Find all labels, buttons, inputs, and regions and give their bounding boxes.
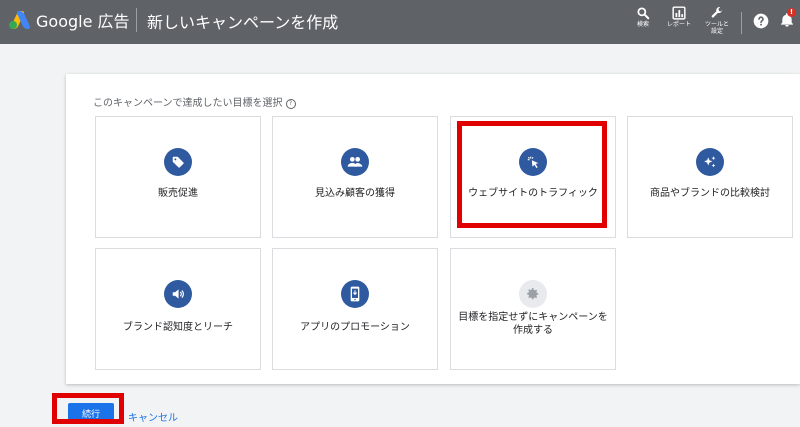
google-ads-brand[interactable]: Google 広告 <box>8 6 130 34</box>
goal-tile-brand-awareness[interactable]: ブランド認知度とリーチ <box>95 248 261 370</box>
top-app-bar: Google 広告 新しいキャンペーンを作成 検索 レポート ツールと 設定 ! <box>0 0 800 44</box>
continue-button[interactable]: 続行 <box>68 403 114 424</box>
gear-icon <box>519 280 547 308</box>
goal-label: ウェブサイトのトラフィック <box>468 188 598 199</box>
notifications-button[interactable]: ! <box>774 2 800 42</box>
tools-settings-button[interactable]: ツールと 設定 <box>697 2 737 42</box>
goal-label: 商品やブランドの比較検討 <box>650 188 770 199</box>
goal-tile-no-goal[interactable]: 目標を指定せずにキャンペーンを 作成する <box>450 248 616 370</box>
title-divider <box>136 8 137 32</box>
goal-tile-leads[interactable]: 見込み顧客の獲得 <box>272 116 438 238</box>
google-ads-logo-icon <box>8 11 32 29</box>
toolbar-divider <box>741 12 742 34</box>
help-circle-icon[interactable]: ? <box>285 99 296 109</box>
help-button[interactable] <box>748 2 774 42</box>
help-icon <box>753 13 769 29</box>
smartphone-icon <box>341 280 369 308</box>
tools-settings-label: ツールと 設定 <box>704 21 729 35</box>
notification-badge: ! <box>787 8 796 17</box>
search-button[interactable]: 検索 <box>625 2 661 42</box>
search-icon <box>637 7 650 20</box>
people-icon <box>341 148 369 176</box>
page-title: 新しいキャンペーンを作成 <box>147 13 339 32</box>
cancel-link[interactable]: キャンセル <box>128 409 178 424</box>
bar-chart-icon <box>672 6 686 20</box>
reports-label: レポート <box>666 21 691 28</box>
wrench-icon <box>711 7 723 18</box>
search-label: 検索 <box>636 21 649 28</box>
top-toolbar: 検索 レポート ツールと 設定 ! <box>625 2 800 42</box>
goal-label: 見込み顧客の獲得 <box>315 188 395 199</box>
goal-label: ブランド認知度とリーチ <box>123 322 233 333</box>
reports-button[interactable]: レポート <box>661 2 697 42</box>
goal-prompt-text: このキャンペーンで達成したい目標を選択 <box>93 98 283 109</box>
sparkle-icon <box>696 148 724 176</box>
goal-tile-sales[interactable]: 販売促進 <box>95 116 261 238</box>
cursor-click-icon <box>519 148 547 176</box>
goal-tile-website-traffic[interactable]: ウェブサイトのトラフィック <box>450 116 616 238</box>
brand-name: Google 広告 <box>36 12 130 31</box>
tag-icon <box>164 148 192 176</box>
goal-label: アプリのプロモーション <box>300 322 410 333</box>
goal-label: 目標を指定せずにキャンペーンを 作成する <box>458 312 608 336</box>
speaker-icon <box>164 280 192 308</box>
goal-prompt: このキャンペーンで達成したい目標を選択? <box>93 94 296 109</box>
goal-tile-app-promotion[interactable]: アプリのプロモーション <box>272 248 438 370</box>
goal-label: 販売促進 <box>158 188 198 199</box>
goal-tile-consideration[interactable]: 商品やブランドの比較検討 <box>627 116 793 238</box>
